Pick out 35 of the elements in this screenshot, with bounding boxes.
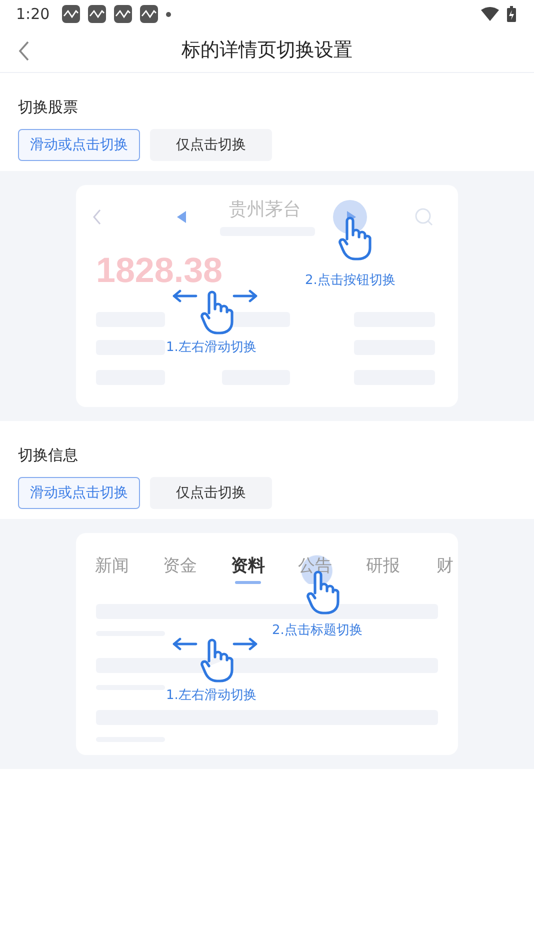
option-button[interactable]: 仅点击切换: [150, 477, 272, 509]
option-button[interactable]: 滑动或点击切换: [18, 129, 140, 161]
pointing-hand-icon: [338, 215, 372, 261]
section-title: 切换股票: [18, 98, 78, 116]
app-notification-icon: [140, 5, 158, 23]
battery-icon: [507, 6, 516, 22]
swipe-arrows-icon: [172, 637, 258, 651]
swipe-hint: 1.左右滑动切换: [166, 339, 256, 356]
dot-icon: [166, 12, 171, 16]
tab-label: 资金: [162, 555, 198, 578]
app-notification-icon: [114, 5, 132, 23]
stock-price: 1828.38: [96, 251, 223, 291]
status-time: 1:20: [16, 5, 50, 23]
back-icon[interactable]: [18, 41, 30, 61]
wifi-icon: [481, 7, 499, 21]
option-button[interactable]: 滑动或点击切换: [18, 477, 140, 509]
pointing-hand-icon: [200, 637, 234, 683]
tab-label: 研报: [365, 555, 401, 578]
swipe-hint: 1.左右滑动切换: [166, 687, 256, 704]
option-button[interactable]: 仅点击切换: [150, 129, 272, 161]
app-notification-icon: [88, 5, 106, 23]
search-icon: [415, 208, 433, 226]
pointing-hand-icon: [200, 289, 234, 335]
swipe-arrows-icon: [172, 289, 258, 303]
tab-label: 财: [436, 555, 454, 578]
left-triangle-icon: [177, 211, 186, 223]
page-title: 标的详情页切换设置: [182, 38, 352, 63]
tap-hint: 2.点击按钮切换: [305, 272, 396, 289]
stock-name: 贵州茅台: [229, 198, 301, 221]
tap-hint: 2.点击标题切换: [272, 622, 362, 639]
tab-label: 资料: [229, 551, 267, 584]
app-notification-icon: [62, 5, 80, 23]
back-icon: [92, 209, 102, 225]
section-title: 切换信息: [18, 446, 78, 464]
tab-label: 新闻: [94, 555, 130, 578]
